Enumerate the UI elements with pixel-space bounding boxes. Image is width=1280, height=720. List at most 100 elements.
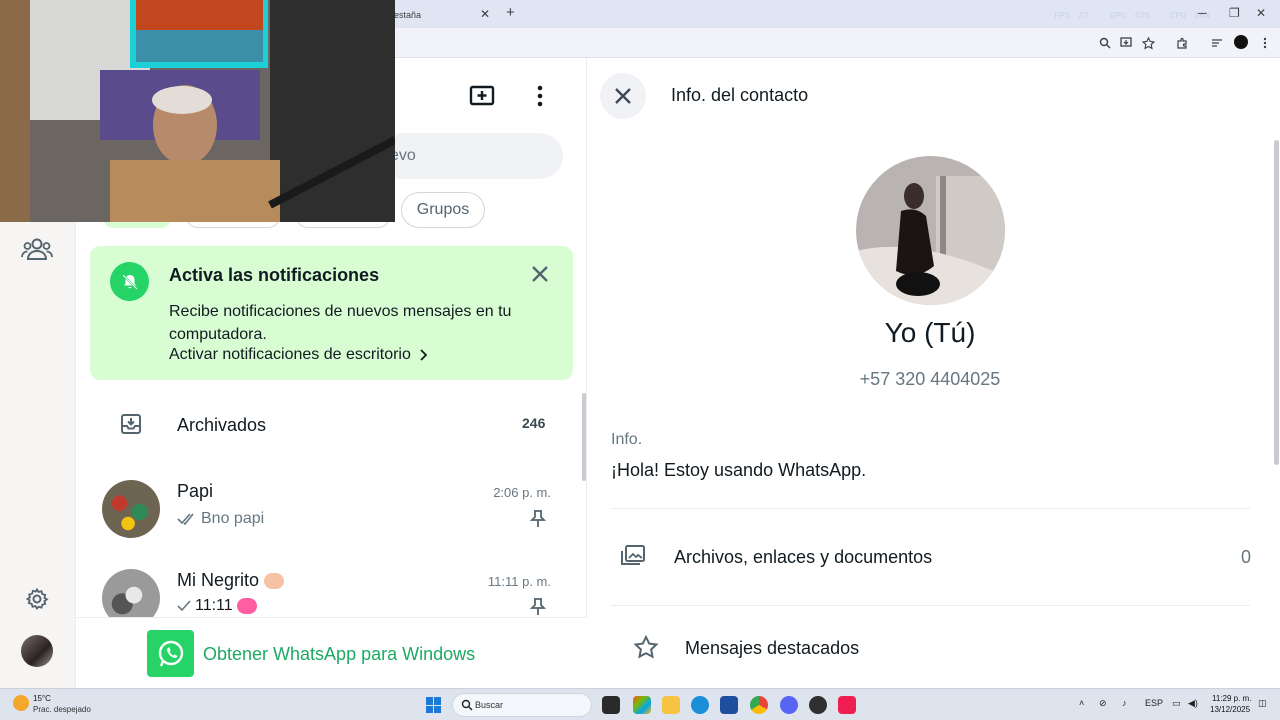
fps-value: 27 [1078, 11, 1089, 21]
input-language[interactable]: ESP [1145, 698, 1163, 708]
get-windows-app-label: Obtener WhatsApp para Windows [203, 644, 476, 664]
enable-notifications-label: Activar notificaciones de escritorio [169, 346, 411, 363]
chat-time: 11:11 p. m. [487, 574, 551, 589]
divider [611, 605, 1250, 606]
chat-preview: Bno papi [177, 510, 264, 528]
microphone-icon[interactable]: ♪ [1122, 698, 1127, 708]
pin-icon [529, 598, 547, 616]
search-icon [461, 699, 473, 711]
start-button[interactable] [426, 697, 442, 713]
taskbar-search-label: Buscar [475, 700, 504, 710]
cpu-label: CPU [1170, 11, 1187, 21]
install-app-icon[interactable] [1119, 36, 1133, 50]
double-check-icon [177, 513, 194, 525]
browser-profile-avatar[interactable] [1234, 35, 1248, 49]
gpu-label: GPU [1110, 11, 1127, 21]
notifications-banner: Activa las notificaciones Recibe notific… [90, 246, 573, 380]
settings-gear-icon[interactable] [20, 582, 54, 616]
archived-row[interactable]: Archivados 246 [76, 398, 576, 450]
network-off-icon[interactable]: ⊘ [1099, 698, 1107, 709]
extensions-icon[interactable] [1175, 36, 1189, 50]
chevron-right-icon [420, 349, 427, 361]
starred-messages-row[interactable]: Mensajes destacados [611, 625, 1251, 671]
notification-bell-icon[interactable]: ◫ [1258, 698, 1267, 709]
get-windows-app-banner[interactable]: Obtener WhatsApp para Windows [76, 617, 587, 688]
starred-messages-label: Mensajes destacados [685, 638, 860, 658]
task-view-icon[interactable] [602, 696, 620, 714]
star-icon [633, 634, 659, 661]
archived-label: Archivados [177, 415, 267, 435]
minimize-icon[interactable]: ─ [1198, 6, 1207, 20]
browser-tab-title: estaña [394, 10, 422, 20]
fps-label: FPS [1054, 11, 1071, 21]
chat-name: Papi [177, 481, 214, 501]
filter-chip-groups[interactable]: Grupos [401, 192, 485, 228]
chrome-browser-icon[interactable] [750, 696, 768, 714]
reading-list-icon[interactable] [1210, 36, 1224, 50]
edge-browser-icon[interactable] [691, 696, 709, 714]
contact-profile-photo[interactable] [856, 156, 1005, 305]
chat-search-input[interactable]: evo [380, 133, 563, 179]
media-gallery-icon [620, 544, 646, 570]
single-check-icon [177, 600, 191, 612]
contact-name: Yo (Tú) [884, 317, 976, 348]
communities-icon[interactable] [20, 232, 54, 266]
about-text: ¡Hola! Estoy usando WhatsApp. [611, 460, 867, 480]
close-window-icon[interactable]: ✕ [1256, 6, 1266, 20]
tab-close-icon[interactable]: ✕ [480, 7, 490, 21]
media-links-docs-label: Archivos, enlaces y documentos [674, 547, 933, 567]
weather-description: Prac. despejado [33, 705, 91, 714]
notifications-body: Recibe notificaciones de nuevos mensajes… [169, 303, 512, 343]
browser-menu-icon[interactable] [1258, 36, 1272, 50]
chat-preview-text: Bno papi [201, 510, 265, 527]
chat-time: 2:06 p. m. [493, 485, 551, 500]
obs-icon[interactable] [809, 696, 827, 714]
new-chat-icon[interactable] [468, 84, 496, 108]
chat-preview-text: 11:11 [195, 597, 233, 614]
pin-icon [529, 510, 547, 528]
media-links-docs-row[interactable]: Archivos, enlaces y documentos 0 [611, 534, 1251, 580]
heart-ribbon-emoji-icon [236, 598, 257, 614]
file-explorer-icon[interactable] [662, 696, 680, 714]
chat-name: Mi Negrito [177, 570, 285, 591]
copilot-icon[interactable] [633, 696, 651, 714]
archive-icon [120, 413, 142, 435]
tiktok-icon[interactable] [838, 696, 856, 714]
webcam-image [0, 0, 395, 222]
chat-preview: 11:11 [177, 597, 257, 615]
chat-list-scrollbar[interactable] [582, 393, 586, 481]
taskbar-clock-time: 11:29 p. m. [1212, 694, 1252, 703]
media-links-docs-count: 0 [1240, 547, 1251, 567]
chevron-up-icon[interactable]: ˄ [1079, 698, 1084, 708]
chat-name-text: Mi Negrito [177, 570, 260, 590]
menu-kebab-icon[interactable] [526, 84, 554, 108]
whatsapp-logo-icon [147, 630, 194, 677]
close-icon[interactable] [600, 73, 646, 119]
new-tab-button[interactable]: + [506, 4, 515, 21]
contact-phone: +57 320 4404025 [859, 369, 1001, 389]
discord-icon[interactable] [780, 696, 798, 714]
archived-count: 246 [522, 415, 546, 431]
contact-info-title: Info. del contacto [671, 85, 809, 105]
chat-row[interactable]: Papi 2:06 p. m. Bno papi [76, 472, 576, 548]
enable-notifications-link[interactable]: Activar notificaciones de escritorio [169, 346, 427, 364]
notifications-title: Activa las notificaciones [169, 265, 380, 285]
about-label: Info. [611, 431, 643, 448]
divider [611, 508, 1250, 509]
bell-muted-icon [110, 262, 149, 301]
restore-icon[interactable]: ❐ [1229, 6, 1240, 20]
volume-icon[interactable]: ◀) [1188, 698, 1198, 709]
profile-avatar[interactable] [21, 635, 53, 667]
display-icon[interactable]: ▭ [1172, 698, 1181, 709]
bookmark-star-icon[interactable] [1141, 36, 1155, 50]
close-icon[interactable] [530, 264, 550, 284]
webcam-overlay [0, 0, 395, 222]
taskbar-search[interactable]: Buscar [452, 693, 592, 717]
chat-avatar [102, 480, 160, 538]
contact-info-scrollbar[interactable] [1274, 140, 1279, 465]
zoom-icon[interactable] [1098, 36, 1112, 50]
store-icon[interactable] [720, 696, 738, 714]
windows-taskbar: 15°C Prac. despejado Buscar ˄ ⊘ ♪ ESP ▭ … [0, 688, 1280, 720]
weather-sun-icon[interactable] [13, 695, 29, 711]
taskbar-clock-date: 13/12/2025 [1210, 705, 1251, 714]
